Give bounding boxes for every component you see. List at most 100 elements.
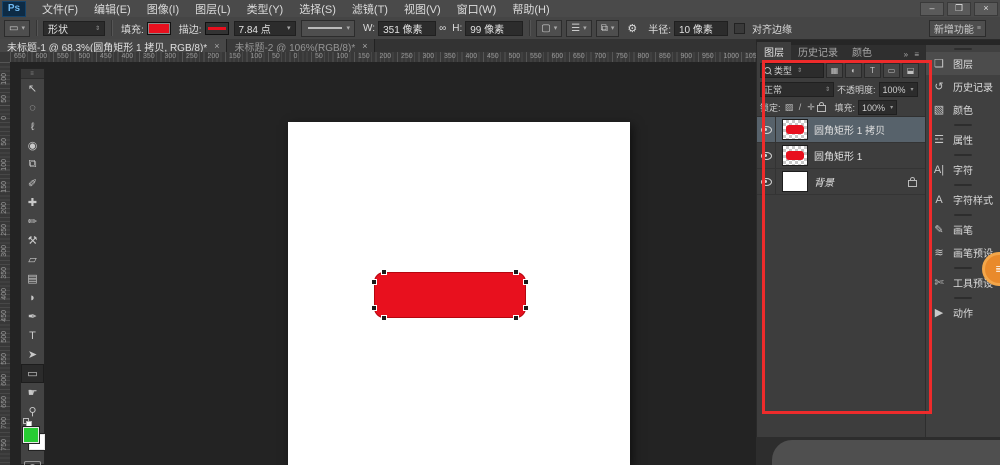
panel-tab-颜色[interactable]: 颜色 [845, 42, 879, 61]
menu-item[interactable]: 视图(V) [396, 0, 449, 17]
lock-image-pixels-icon[interactable]: / [795, 102, 806, 113]
path-align-button[interactable]: ☰▾ [566, 20, 591, 37]
restore-button[interactable]: ❐ [947, 2, 971, 16]
anchor-point[interactable] [513, 269, 519, 275]
lock-position-icon[interactable]: ✛ [806, 102, 817, 113]
link-dimensions-icon[interactable]: ∞ [439, 23, 446, 34]
dock-item-字符[interactable]: A|字符 [926, 158, 1000, 181]
hand-tool[interactable]: ☛ [21, 383, 44, 402]
anchor-point[interactable] [371, 279, 377, 285]
rounded-rectangle-shape[interactable] [374, 272, 526, 318]
gradient-tool[interactable]: ▤ [21, 269, 44, 288]
menu-item[interactable]: 窗口(W) [449, 0, 505, 17]
path-operations-button[interactable]: ▢▾ [536, 20, 562, 37]
path-selection-tool[interactable]: ➤ [21, 345, 44, 364]
align-edges-checkbox[interactable] [734, 23, 745, 34]
lasso-tool[interactable]: ℓ [21, 117, 44, 136]
tab-close-icon[interactable]: × [214, 41, 219, 51]
smudge-tool[interactable]: ◗ [21, 288, 44, 307]
lock-transparent-pixels-icon[interactable]: ▨ [784, 102, 795, 113]
rounded-rectangle-tool[interactable]: ▭ [21, 364, 44, 383]
move-tool[interactable]: ↖ [21, 79, 44, 98]
document-tab[interactable]: 未标题-1 @ 68.3%(圆角矩形 1 拷贝, RGB/8)*× [0, 39, 227, 53]
layer-row[interactable]: 背景 [757, 169, 925, 195]
anchor-point[interactable] [523, 279, 529, 285]
reset-colors-icon[interactable] [23, 418, 32, 426]
dock-item-图层[interactable]: ❏图层 [926, 52, 1000, 75]
stroke-width-field[interactable]: 7.84 点 ▾ [234, 21, 296, 36]
path-arrange-button[interactable]: ⧉▾ [596, 20, 620, 37]
anchor-point[interactable] [523, 305, 529, 311]
panel-header-icons[interactable]: » ≡ [904, 50, 925, 61]
dock-item-画笔[interactable]: ✎画笔 [926, 218, 1000, 241]
layer-thumbnail[interactable] [782, 145, 808, 166]
layer-thumbnail[interactable] [782, 171, 808, 192]
toolbox-header[interactable]: ≡ [21, 69, 44, 79]
menu-item[interactable]: 编辑(E) [86, 0, 139, 17]
quick-mask-button[interactable] [24, 461, 41, 465]
layer-thumbnail[interactable] [782, 119, 808, 140]
tool-preset-picker[interactable]: ▭ ▾ [4, 20, 30, 37]
layer-name[interactable]: 圆角矩形 1 拷贝 [814, 122, 925, 137]
filter-pixel-layers-icon[interactable]: ▦ [826, 63, 843, 78]
panel-menu-icon[interactable]: ≡ [914, 50, 921, 59]
stroke-style-picker[interactable]: ▾ [301, 20, 356, 37]
document-canvas[interactable] [288, 122, 630, 465]
eyedropper-tool[interactable]: ✐ [21, 174, 44, 193]
type-tool[interactable]: T [21, 326, 44, 345]
radius-field[interactable]: 10 像素 [674, 21, 728, 36]
visibility-toggle[interactable] [757, 143, 776, 168]
new-features-button[interactable]: 新增功能 ≡ [929, 20, 986, 37]
blend-mode-select[interactable]: 正常 ⇕ [760, 82, 834, 97]
fill-color-swatch[interactable] [147, 22, 171, 35]
layer-row[interactable]: 圆角矩形 1 [757, 143, 925, 169]
quick-selection-tool[interactable]: ◉ [21, 136, 44, 155]
filter-shape-layers-icon[interactable]: ▭ [883, 63, 900, 78]
anchor-point[interactable] [381, 315, 387, 321]
panel-tab-历史记录[interactable]: 历史记录 [791, 42, 845, 61]
healing-brush-tool[interactable]: ✚ [21, 193, 44, 212]
shape-width-field[interactable]: 351 像素 [378, 21, 436, 36]
panel-tab-图层[interactable]: 图层 [757, 42, 791, 61]
collapse-panels-icon[interactable]: » [904, 50, 910, 59]
layer-name[interactable]: 圆角矩形 1 [814, 148, 925, 163]
dock-item-颜色[interactable]: ▧颜色 [926, 98, 1000, 121]
menu-item[interactable]: 图层(L) [187, 0, 238, 17]
menu-item[interactable]: 文件(F) [34, 0, 86, 17]
foreground-color-swatch[interactable] [23, 427, 39, 443]
fill-field[interactable]: 100% ▾ [858, 100, 897, 115]
menu-item[interactable]: 滤镜(T) [344, 0, 396, 17]
filter-smart-objects-icon[interactable]: ⬓ [902, 63, 919, 78]
close-button[interactable]: × [974, 2, 998, 16]
lock-all-icon[interactable] [817, 105, 826, 112]
dock-item-属性[interactable]: ☲属性 [926, 128, 1000, 151]
brush-tool[interactable]: ✏ [21, 212, 44, 231]
minimize-button[interactable]: – [920, 2, 944, 16]
anchor-point[interactable] [381, 269, 387, 275]
menu-item[interactable]: 选择(S) [291, 0, 344, 17]
filter-adjustment-layers-icon[interactable]: ◐ [845, 63, 862, 78]
layer-filter-select[interactable]: 类型 ⇕ [760, 63, 824, 78]
dock-item-字符样式[interactable]: A字符样式 [926, 188, 1000, 211]
anchor-point[interactable] [513, 315, 519, 321]
visibility-toggle[interactable] [757, 169, 776, 194]
dock-item-动作[interactable]: ▶动作 [926, 301, 1000, 324]
opacity-field[interactable]: 100% ▾ [879, 82, 918, 97]
crop-tool[interactable]: ⧉ [21, 155, 44, 174]
clone-stamp-tool[interactable]: ⚒ [21, 231, 44, 250]
shape-mode-select[interactable]: 形状 ⇕ [43, 21, 105, 36]
visibility-toggle[interactable] [757, 117, 776, 142]
dock-item-历史记录[interactable]: ↺历史记录 [926, 75, 1000, 98]
layer-row[interactable]: 圆角矩形 1 拷贝 [757, 117, 925, 143]
pen-tool[interactable]: ✒ [21, 307, 44, 326]
menu-item[interactable]: 类型(Y) [239, 0, 292, 17]
layer-name[interactable]: 背景 [814, 174, 908, 189]
document-tab[interactable]: 未标题-2 @ 106%(RGB/8)*× [227, 39, 375, 53]
menu-item[interactable]: 图像(I) [139, 0, 187, 17]
anchor-point[interactable] [371, 305, 377, 311]
eraser-tool[interactable]: ▱ [21, 250, 44, 269]
marquee-tool[interactable]: ◌ [21, 98, 44, 117]
stroke-color-swatch[interactable] [205, 22, 229, 35]
menu-item[interactable]: 帮助(H) [504, 0, 557, 17]
shape-height-field[interactable]: 99 像素 [465, 21, 523, 36]
